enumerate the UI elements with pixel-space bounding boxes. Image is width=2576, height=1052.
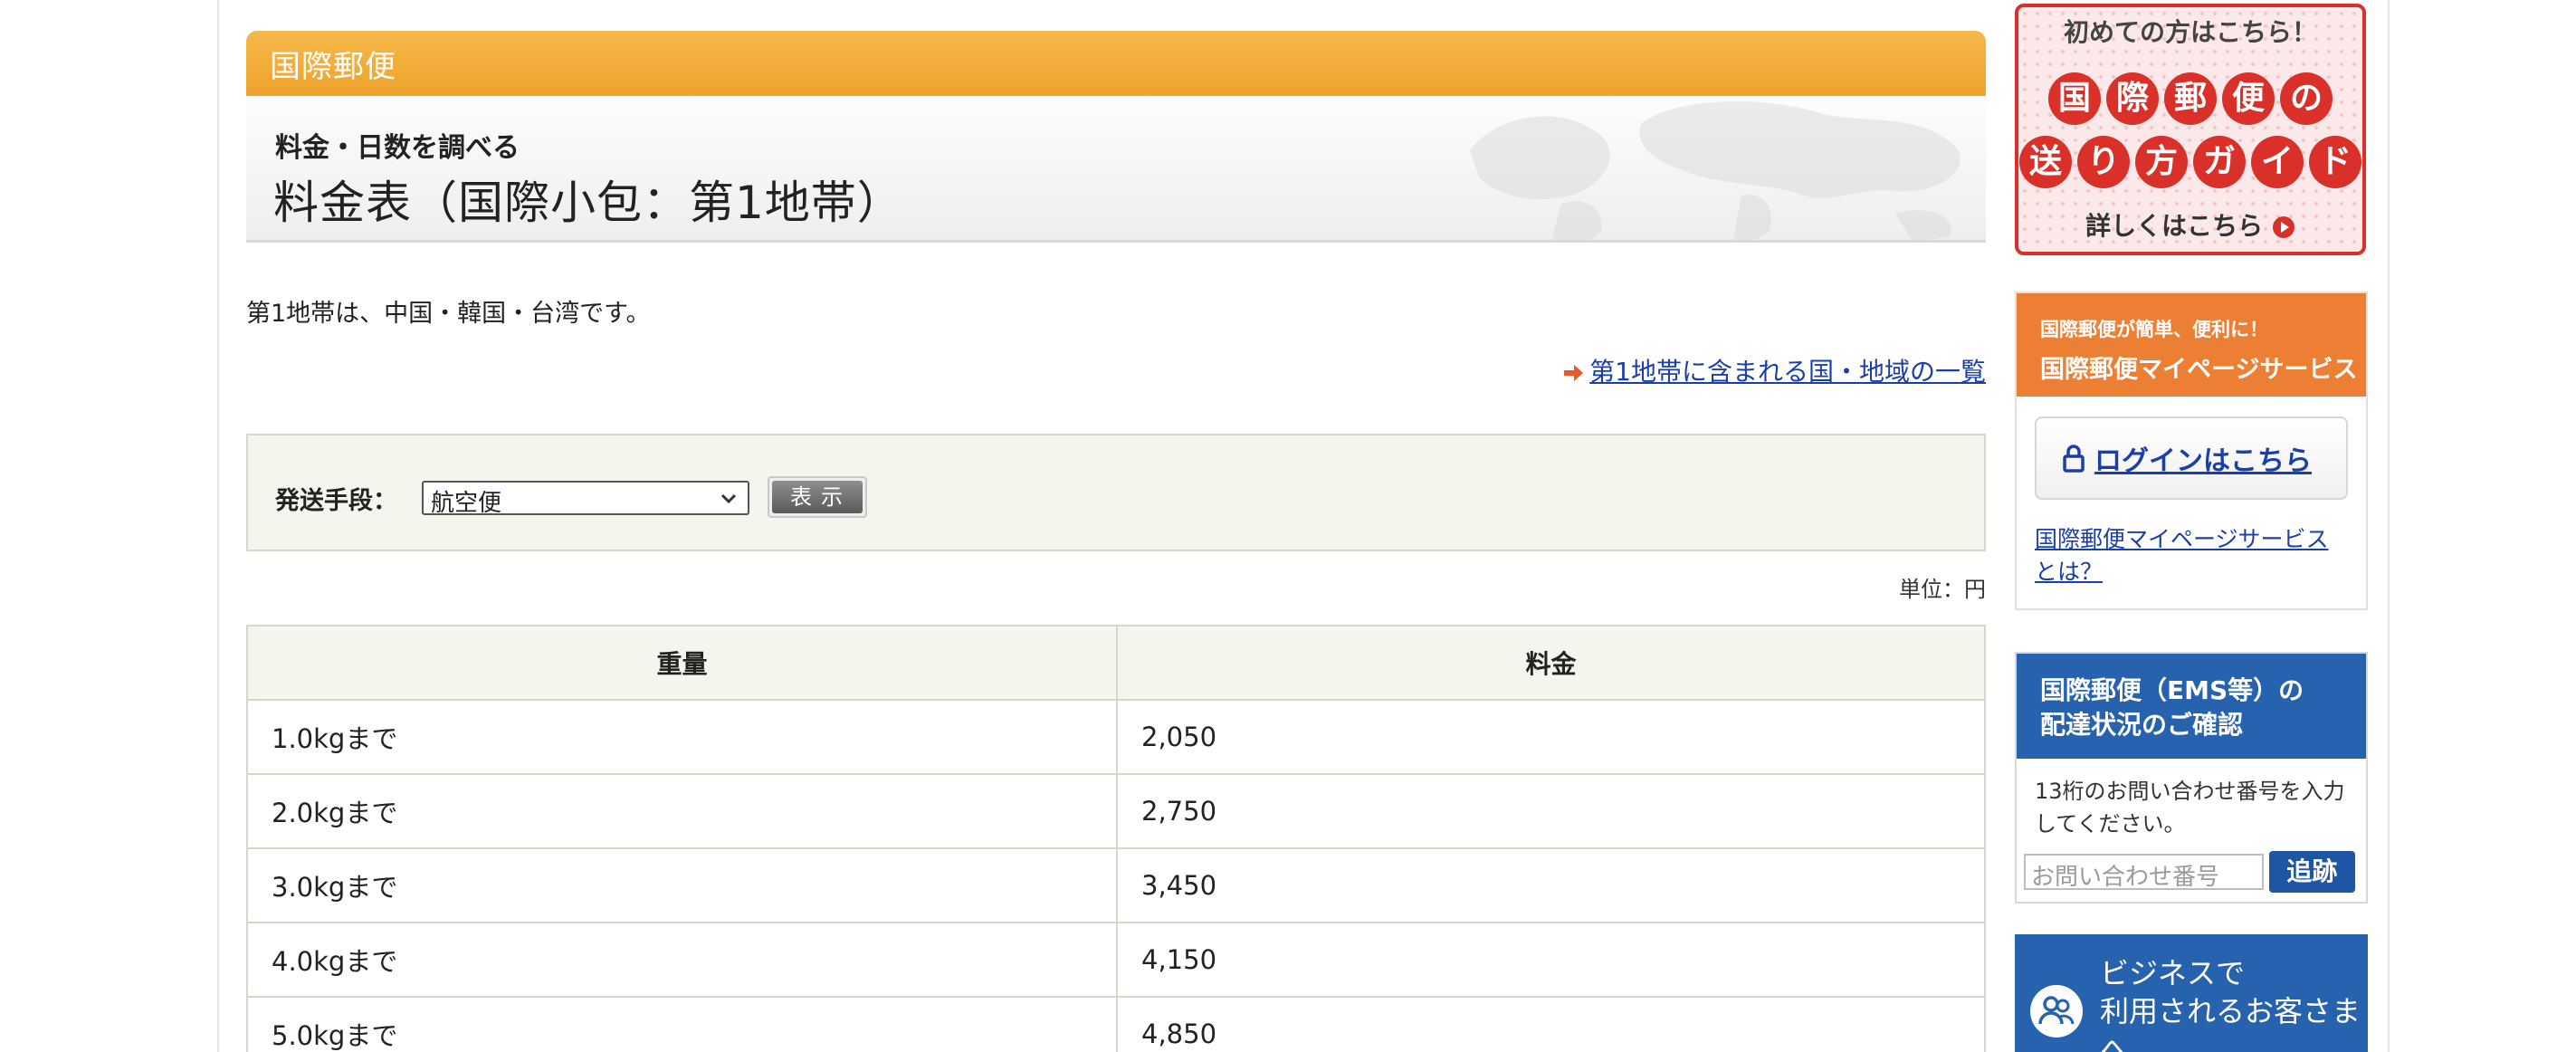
rate-table: 重量 料金 1.0kgまで 2,050 2.0kgまで 2,750 3.0kgま… [246,625,1986,1052]
mypage-tagline: 国際郵便が簡単、便利に！ [2040,319,2268,340]
weight-cell: 3.0kgまで [246,847,1118,923]
guide-char: 郵 [2164,72,2217,125]
shipping-method-label: 発送手段： [275,487,397,515]
mypage-title: 国際郵便マイページサービス [2040,356,2358,384]
region-list-link[interactable]: 第1地帯に含まれる国・地域の一覧 [1589,357,1986,387]
category-bar: 国際郵便 [246,31,1986,96]
login-label: ログインはこちら [2094,445,2312,477]
price-cell: 2,750 [1116,773,1986,849]
business-text: ビジネスで 利用されるお客さまへ [2100,954,2368,1052]
weight-cell: 4.0kgまで [246,922,1118,998]
guide-line-1: 国 際 郵 便 の [2018,72,2362,125]
region-link-row: 第1地帯に含まれる国・地域の一覧 [246,352,1986,388]
table-header-row: 重量 料金 [246,625,1986,701]
table-row: 2.0kgまで 2,750 [246,773,1986,849]
show-button-label: 表示 [772,481,863,513]
guide-char: 送 [2019,136,2072,188]
weight-cell: 2.0kgまで [246,773,1118,849]
tracking-title-line-2: 配達状況のご確認 [2040,710,2244,740]
table-row: 3.0kgまで 3,450 [246,847,1986,923]
business-line-1: ビジネスで [2100,956,2246,990]
guide-char: イ [2251,136,2304,188]
business-customers-link[interactable]: ビジネスで 利用されるお客さまへ [2015,934,2368,1052]
price-cell: 3,450 [1116,847,1986,923]
tracking-form: お問い合わせ番号 追跡 [2024,851,2355,893]
shipping-guide-banner[interactable]: 初めての方はこちら！ 国 際 郵 便 の 送 り 方 ガ イ ド 詳しくはこちら [2015,4,2366,255]
guide-banner-top: 初めての方はこちら！ [2063,17,2317,47]
arrow-right-icon [1564,365,1584,381]
tracking-body: 13桁のお問い合わせ番号を入力してください。 お問い合わせ番号 追跡 [2017,759,2366,902]
table-row: 5.0kgまで 4,850 [246,996,1986,1052]
guide-char: ド [2309,136,2361,188]
column-header-weight: 重量 [246,625,1118,701]
page-title: 料金表（国際小包：第1地帯） [273,177,903,229]
world-map-icon [1470,101,1961,240]
price-cell: 4,150 [1116,922,1986,998]
mypage-header: 国際郵便が簡単、便利に！ 国際郵便マイページサービス [2017,293,2366,397]
weight-cell: 1.0kgまで [246,699,1118,775]
mypage-panel: 国際郵便が簡単、便利に！ 国際郵便マイページサービス ログインはこちら 国際郵便… [2015,292,2368,610]
page-subtitle: 料金・日数を調べる [275,132,520,164]
page-heading: 国際郵便 料金・日数を調べる 料金表（国際小包：第1地帯） [246,31,1986,243]
sidebar: 初めての方はこちら！ 国 際 郵 便 の 送 り 方 ガ イ ド 詳しくはこちら… [2015,4,2368,1052]
column-header-price: 料金 [1116,625,1986,701]
guide-char: 方 [2135,136,2188,188]
lock-icon [2063,445,2085,473]
mypage-about-link[interactable]: 国際郵便マイページサービスとは？ [2035,523,2348,588]
heading-body: 料金・日数を調べる 料金表（国際小包：第1地帯） [246,96,1986,240]
guide-line-2: 送 り 方 ガ イ ド [2018,136,2362,188]
table-row: 1.0kgまで 2,050 [246,699,1986,775]
tracking-number-input[interactable]: お問い合わせ番号 [2024,854,2264,891]
guide-details-label: 詳しくはこちら [2085,211,2264,241]
people-icon [2030,985,2083,1038]
guide-char: り [2077,136,2130,188]
zone-description: 第1地帯は、中国・韓国・台湾です。 [246,300,651,328]
weight-cell: 5.0kgまで [246,996,1118,1052]
table-row: 4.0kgまで 4,150 [246,922,1986,998]
price-cell: 2,050 [1116,699,1986,775]
filter-panel: 発送手段： 航空便 表示 [246,434,1986,551]
tracking-note: 13桁のお問い合わせ番号を入力してください。 [2035,779,2345,837]
track-button[interactable]: 追跡 [2268,851,2355,893]
main-content: 国際郵便 料金・日数を調べる 料金表（国際小包：第1地帯） 第1地帯は、中国・韓… [246,31,1986,1052]
play-circle-icon [2272,216,2295,238]
guide-banner-bottom: 詳しくはこちら [2018,206,2362,243]
login-button[interactable]: ログインはこちら [2035,416,2348,500]
show-button[interactable]: 表示 [768,476,867,518]
tracking-title-line-1: 国際郵便（EMS等）の [2040,675,2304,705]
chevron-down-icon [720,493,737,504]
guide-char: 際 [2106,72,2159,125]
shipping-method-select[interactable]: 航空便 [422,481,749,517]
price-cell: 4,850 [1116,996,1986,1052]
shipping-method-value: 航空便 [431,490,502,517]
unit-label: 単位：円 [1899,577,1986,602]
guide-char: ガ [2193,136,2246,188]
business-line-2: 利用されるお客さまへ [2100,994,2361,1052]
guide-char: 国 [2048,72,2101,125]
tracking-panel: 国際郵便（EMS等）の 配達状況のご確認 13桁のお問い合わせ番号を入力してくだ… [2015,652,2368,904]
guide-char: 便 [2222,72,2275,125]
tracking-header: 国際郵便（EMS等）の 配達状況のご確認 [2017,654,2366,759]
guide-char: の [2280,72,2333,125]
